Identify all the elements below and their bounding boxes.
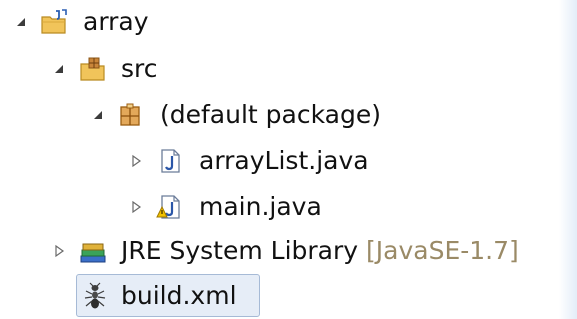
- tree-item-label: JRE System Library [JavaSE-1.7]: [121, 235, 519, 267]
- window-edge-shadow: [559, 0, 577, 319]
- tree-item-label: main.java: [199, 192, 322, 221]
- tree-item-label: (default package): [160, 100, 381, 129]
- library-icon: [80, 243, 106, 263]
- tree-item-label: arrayList.java: [199, 146, 369, 175]
- library-name: JRE System Library: [121, 236, 359, 265]
- tree-item-label: array: [83, 7, 149, 36]
- collapsed-arrow-icon[interactable]: [129, 200, 143, 214]
- collapsed-arrow-icon[interactable]: [129, 154, 143, 168]
- java-file-icon: [161, 149, 180, 173]
- tree-item-project[interactable]: array: [0, 0, 200, 44]
- tree-item-label: src: [121, 54, 158, 83]
- ant-file-icon: [84, 282, 106, 309]
- library-version-decoration: [JavaSE-1.7]: [366, 236, 519, 265]
- package-explorer-tree: array src (default package) arrayList.ja…: [0, 0, 577, 319]
- java-file-warning-icon: [156, 195, 180, 219]
- expanded-arrow-icon[interactable]: [91, 108, 105, 122]
- tree-item-java-file[interactable]: arrayList.java: [0, 139, 400, 183]
- collapsed-arrow-icon[interactable]: [52, 244, 66, 258]
- tree-item-java-file[interactable]: main.java: [0, 185, 360, 229]
- expanded-arrow-icon[interactable]: [52, 62, 66, 76]
- package-icon: [120, 103, 140, 126]
- tree-item-library[interactable]: JRE System Library [JavaSE-1.7]: [0, 229, 577, 273]
- source-folder-icon: [80, 57, 105, 81]
- tree-item-label: build.xml: [121, 281, 237, 310]
- java-project-icon: [41, 9, 67, 34]
- expanded-arrow-icon[interactable]: [14, 15, 28, 29]
- tree-item-build-file[interactable]: build.xml: [0, 274, 262, 318]
- tree-item-default-package[interactable]: (default package): [0, 93, 420, 137]
- tree-item-src-folder[interactable]: src: [0, 47, 200, 91]
